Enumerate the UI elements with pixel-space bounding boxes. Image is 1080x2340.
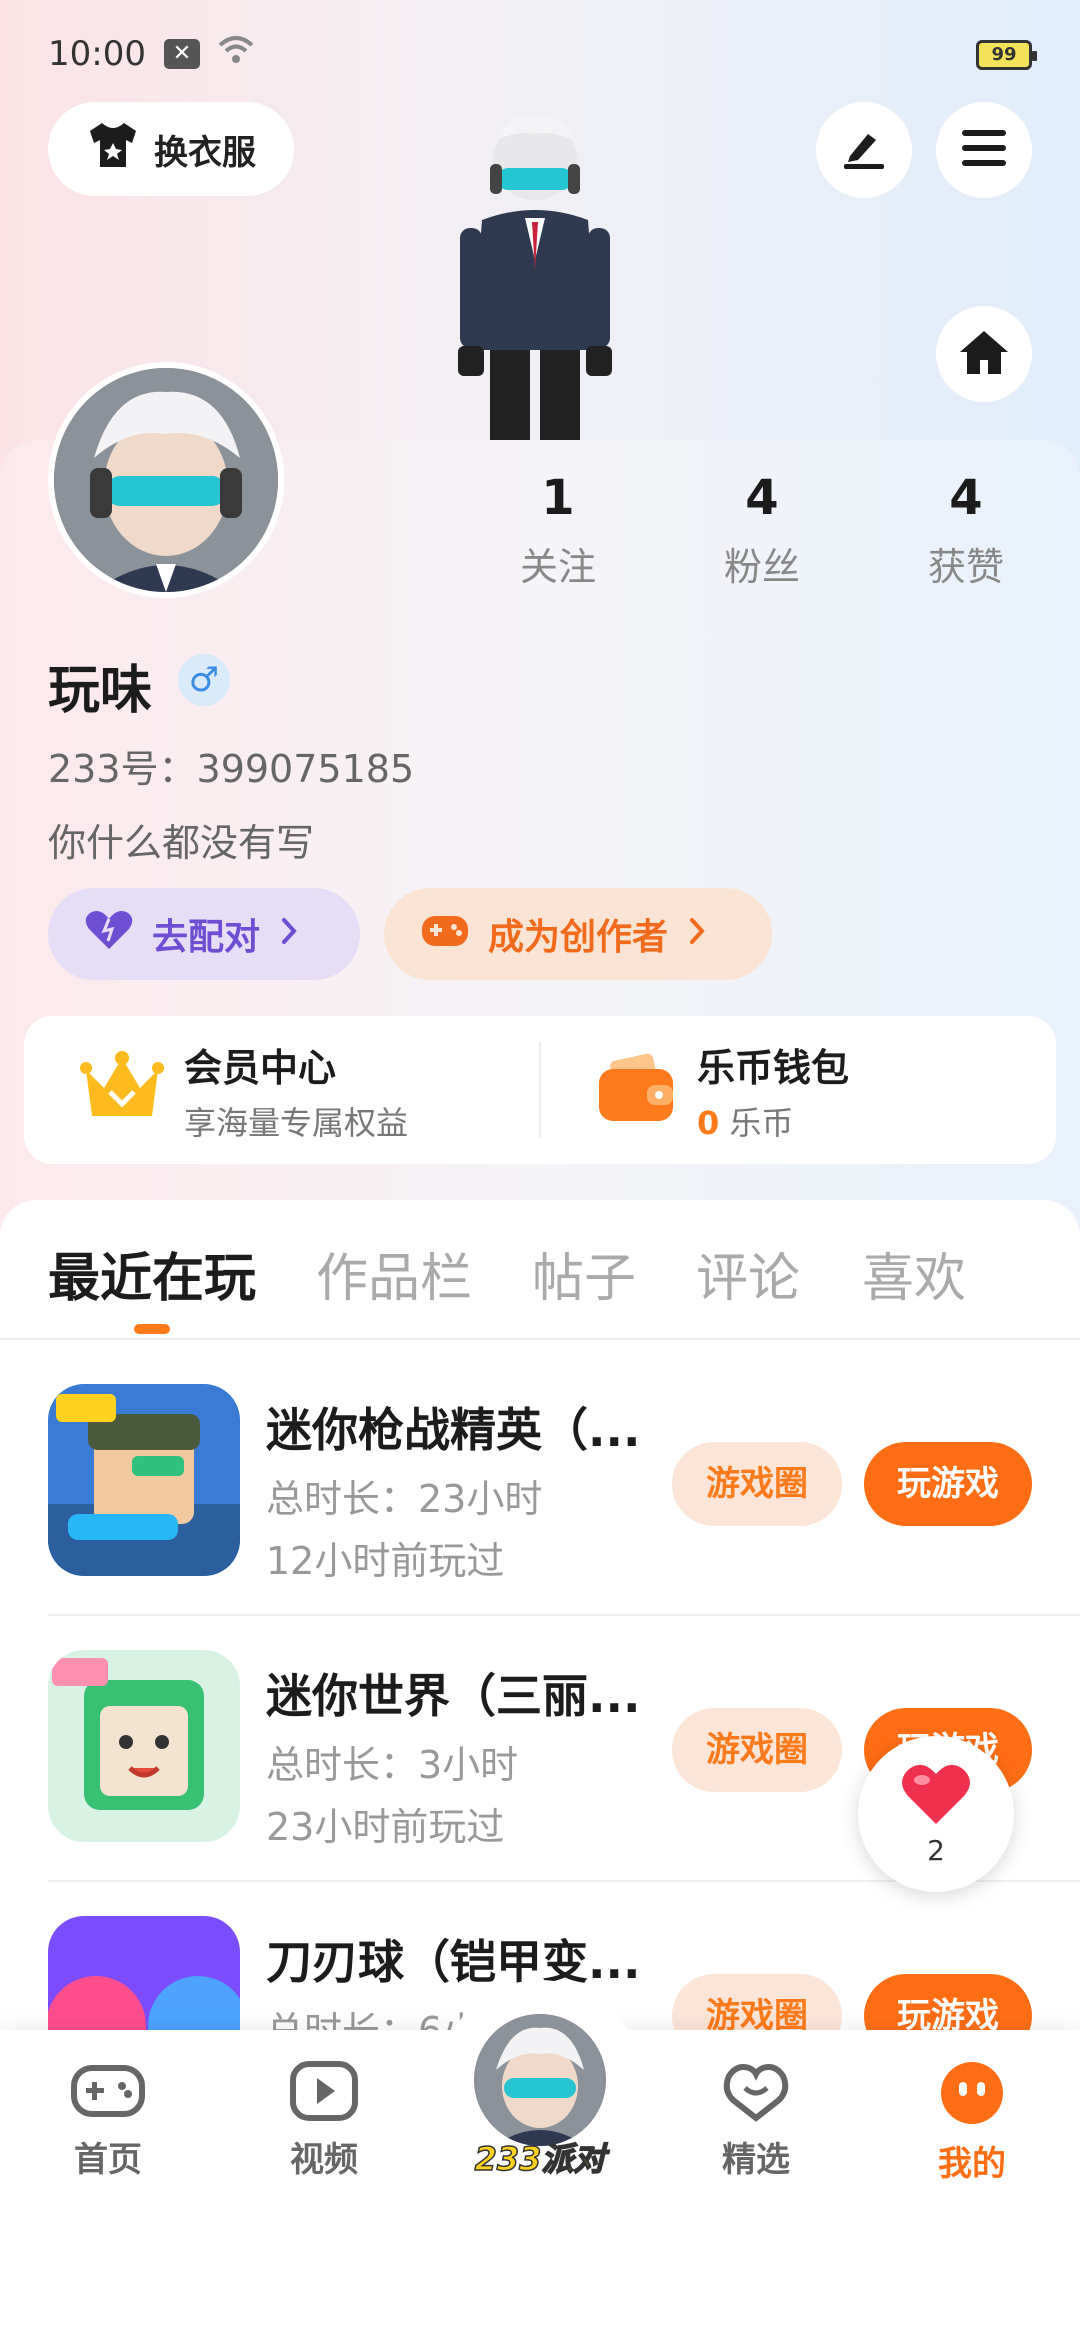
- heart-chat-icon: [721, 2064, 791, 2126]
- nav-home[interactable]: 首页: [38, 2060, 178, 2181]
- gamepad-icon: [70, 2065, 146, 2126]
- nav-video[interactable]: 视频: [254, 2060, 394, 2181]
- stat-fans-count: 4: [745, 470, 779, 526]
- tab-recently-played[interactable]: 最近在玩: [48, 1236, 256, 1311]
- shirt-icon: [86, 121, 140, 178]
- game-last-played: 12小时前玩过: [266, 1539, 505, 1583]
- status-bar: 10:00 ✕: [0, 0, 1080, 108]
- member-wallet-card: 会员中心 享海量专属权益 乐币钱包 0 乐币: [24, 1016, 1056, 1164]
- play-game-button[interactable]: 玩游戏: [864, 1442, 1032, 1526]
- floating-like-button[interactable]: 2: [858, 1736, 1014, 1892]
- avatar-3d-figure[interactable]: [420, 110, 650, 440]
- stat-following-count: 1: [541, 470, 575, 526]
- change-clothes-button[interactable]: 换衣服: [48, 102, 294, 196]
- vip-center-title: 会员中心: [184, 1045, 337, 1090]
- vip-center-subtitle: 享海量专属权益: [184, 1103, 409, 1142]
- notification-icon: ✕: [163, 39, 200, 69]
- game-icon: [48, 1384, 240, 1576]
- match-label: 去配对: [152, 917, 261, 958]
- home-button[interactable]: [936, 306, 1032, 402]
- nav-featured[interactable]: 精选: [686, 2060, 826, 2181]
- edit-icon: [840, 126, 888, 174]
- edit-button[interactable]: [816, 102, 912, 198]
- battery-icon: 99: [976, 40, 1037, 70]
- menu-icon: [960, 128, 1008, 172]
- tab-works[interactable]: 作品栏: [316, 1236, 472, 1311]
- game-row[interactable]: 迷你枪战精英（... 总时长：23小时 12小时前玩过 游戏圈 玩游戏: [48, 1350, 1080, 1616]
- become-creator-button[interactable]: 成为创作者: [384, 888, 772, 980]
- user-id[interactable]: 233号：399075185: [48, 738, 414, 793]
- stat-likes-label: 获赞: [927, 545, 1004, 589]
- game-duration: 总时长：23小时: [266, 1477, 543, 1521]
- nav-party-label[interactable]: 233派对: [462, 2134, 618, 2180]
- nav-mine[interactable]: 我的: [902, 2060, 1042, 2185]
- home-icon: [958, 328, 1010, 380]
- like-count: 2: [927, 1833, 945, 1867]
- stat-fans-label: 粉丝: [723, 545, 800, 589]
- nav-featured-label: 精选: [722, 2140, 790, 2180]
- gamepad-icon: [420, 910, 470, 959]
- become-creator-label: 成为创作者: [488, 917, 669, 958]
- game-circle-button[interactable]: 游戏圈: [672, 1708, 842, 1792]
- face-icon: [939, 2062, 1005, 2130]
- change-clothes-label: 换衣服: [154, 132, 256, 173]
- bio[interactable]: 你什么都没有写: [48, 812, 314, 867]
- chevron-right-icon: [278, 914, 300, 955]
- content-tabs: 最近在玩 作品栏 帖子 评论 喜欢: [0, 1200, 1080, 1340]
- game-name: 迷你世界（三丽...: [266, 1669, 641, 1723]
- nav-party-avatar[interactable]: [470, 2010, 610, 2150]
- nav-mine-label: 我的: [938, 2144, 1006, 2184]
- crown-icon: [80, 1050, 164, 1130]
- stat-likes-count: 4: [949, 470, 983, 526]
- stat-following-label: 关注: [519, 545, 596, 589]
- wifi-icon: [216, 34, 256, 74]
- heart-icon: [900, 1762, 972, 1830]
- wallet-icon: [597, 1053, 677, 1127]
- tab-comments[interactable]: 评论: [696, 1236, 800, 1311]
- nav-video-label: 视频: [290, 2140, 358, 2180]
- stat-likes[interactable]: 4 获赞: [896, 470, 1036, 591]
- wallet-entry[interactable]: 乐币钱包 0 乐币: [541, 1016, 1056, 1164]
- heart-icon: [84, 909, 134, 960]
- chevron-right-icon: [686, 914, 708, 955]
- tab-likes[interactable]: 喜欢: [862, 1236, 966, 1311]
- nav-home-label: 首页: [74, 2140, 142, 2180]
- game-name: 迷你枪战精英（...: [266, 1403, 641, 1457]
- nickname: 玩味: [48, 661, 153, 721]
- wallet-balance: 0: [697, 1103, 720, 1142]
- game-name: 刀刃球（铠甲变...: [266, 1935, 641, 1989]
- stat-fans[interactable]: 4 粉丝: [692, 470, 832, 591]
- game-last-played: 23小时前玩过: [266, 1805, 505, 1849]
- play-icon: [289, 2061, 359, 2126]
- game-circle-button[interactable]: 游戏圈: [672, 1442, 842, 1526]
- menu-button[interactable]: [936, 102, 1032, 198]
- tab-indicator: [134, 1324, 170, 1334]
- match-button[interactable]: 去配对: [48, 888, 360, 980]
- tab-posts[interactable]: 帖子: [532, 1236, 636, 1311]
- game-icon: [48, 1650, 240, 1842]
- wallet-unit: 乐币: [729, 1103, 794, 1142]
- game-duration: 总时长：3小时: [266, 1743, 519, 1787]
- male-icon: ♂: [178, 654, 230, 706]
- stat-following[interactable]: 1 关注: [488, 470, 628, 591]
- vip-center-entry[interactable]: 会员中心 享海量专属权益: [24, 1016, 539, 1164]
- avatar[interactable]: [48, 362, 284, 598]
- status-time: 10:00: [48, 34, 146, 74]
- wallet-title: 乐币钱包: [697, 1045, 850, 1090]
